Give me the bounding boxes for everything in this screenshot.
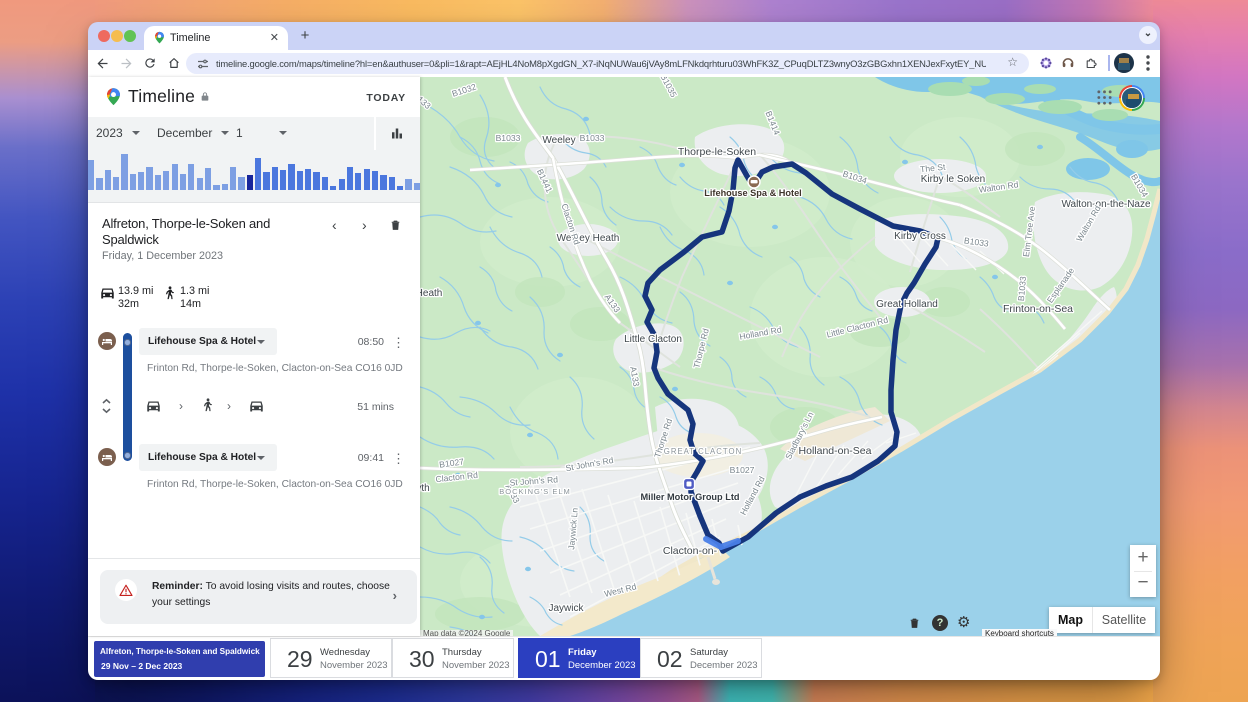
svg-text:BOCKING'S ELM: BOCKING'S ELM [499, 487, 571, 496]
svg-text:B1035: B1035 [658, 77, 679, 99]
svg-text:Walton-on-the-Naze: Walton-on-the-Naze [1061, 199, 1151, 210]
svg-text:yth: yth [420, 483, 430, 494]
svg-text:Frinton-on-Sea: Frinton-on-Sea [1003, 303, 1073, 315]
svg-text:Lifehouse Spa & Hotel: Lifehouse Spa & Hotel [704, 188, 802, 198]
svg-text:B1033: B1033 [963, 235, 989, 248]
svg-text:A133: A133 [628, 366, 641, 388]
svg-text:Jaywick Ln: Jaywick Ln [566, 507, 580, 550]
svg-text:B1414: B1414 [763, 109, 782, 136]
svg-text:St John's Rd: St John's Rd [509, 474, 558, 487]
svg-text:Thorpe-le-Soken: Thorpe-le-Soken [678, 146, 756, 158]
svg-text:The St: The St [920, 162, 947, 175]
svg-text:Kirby Cross: Kirby Cross [894, 231, 946, 242]
svg-text:Kirby le Soken: Kirby le Soken [921, 174, 985, 185]
svg-text:B1027: B1027 [439, 456, 465, 469]
svg-text:B1034: B1034 [1129, 172, 1150, 199]
svg-text:B1033: B1033 [496, 133, 521, 143]
svg-text:Thorpe Rd: Thorpe Rd [691, 327, 711, 369]
svg-text:Clacton Rd: Clacton Rd [435, 470, 479, 484]
svg-text:B1033: B1033 [580, 133, 605, 143]
svg-text:St John's Rd: St John's Rd [565, 455, 615, 473]
svg-text:Holland Rd: Holland Rd [738, 474, 767, 516]
svg-text:Little Clacton: Little Clacton [624, 334, 682, 345]
svg-text:Little Clacton Rd: Little Clacton Rd [825, 315, 889, 340]
svg-text:Jaywick: Jaywick [548, 603, 584, 614]
svg-text:Clacton-on-: Clacton-on- [663, 545, 718, 557]
svg-text:Weeley: Weeley [542, 135, 575, 146]
svg-text:B1441: B1441 [535, 167, 555, 194]
svg-text:Holland Rd: Holland Rd [739, 324, 783, 341]
svg-text:B1032: B1032 [451, 81, 478, 98]
svg-text:Holland-on-Sea: Holland-on-Sea [799, 445, 872, 457]
svg-text:West Rd: West Rd [603, 581, 637, 599]
svg-text:B1033: B1033 [1016, 276, 1028, 302]
svg-text:B1034: B1034 [842, 169, 869, 186]
svg-text:Great Holland: Great Holland [876, 299, 938, 310]
svg-text:Miller Motor Group Ltd: Miller Motor Group Ltd [640, 492, 739, 502]
svg-text:Esplanade: Esplanade [1045, 266, 1077, 305]
svg-text:Weeley Heath: Weeley Heath [557, 233, 620, 244]
svg-text:B1027: B1027 [730, 465, 755, 475]
svg-text:A133: A133 [420, 90, 433, 111]
svg-text:Heath: Heath [420, 288, 442, 299]
svg-text:A133: A133 [603, 292, 623, 314]
svg-text:GREAT CLACTON: GREAT CLACTON [664, 447, 742, 456]
svg-text:Elm Tree Ave: Elm Tree Ave [1021, 206, 1037, 258]
